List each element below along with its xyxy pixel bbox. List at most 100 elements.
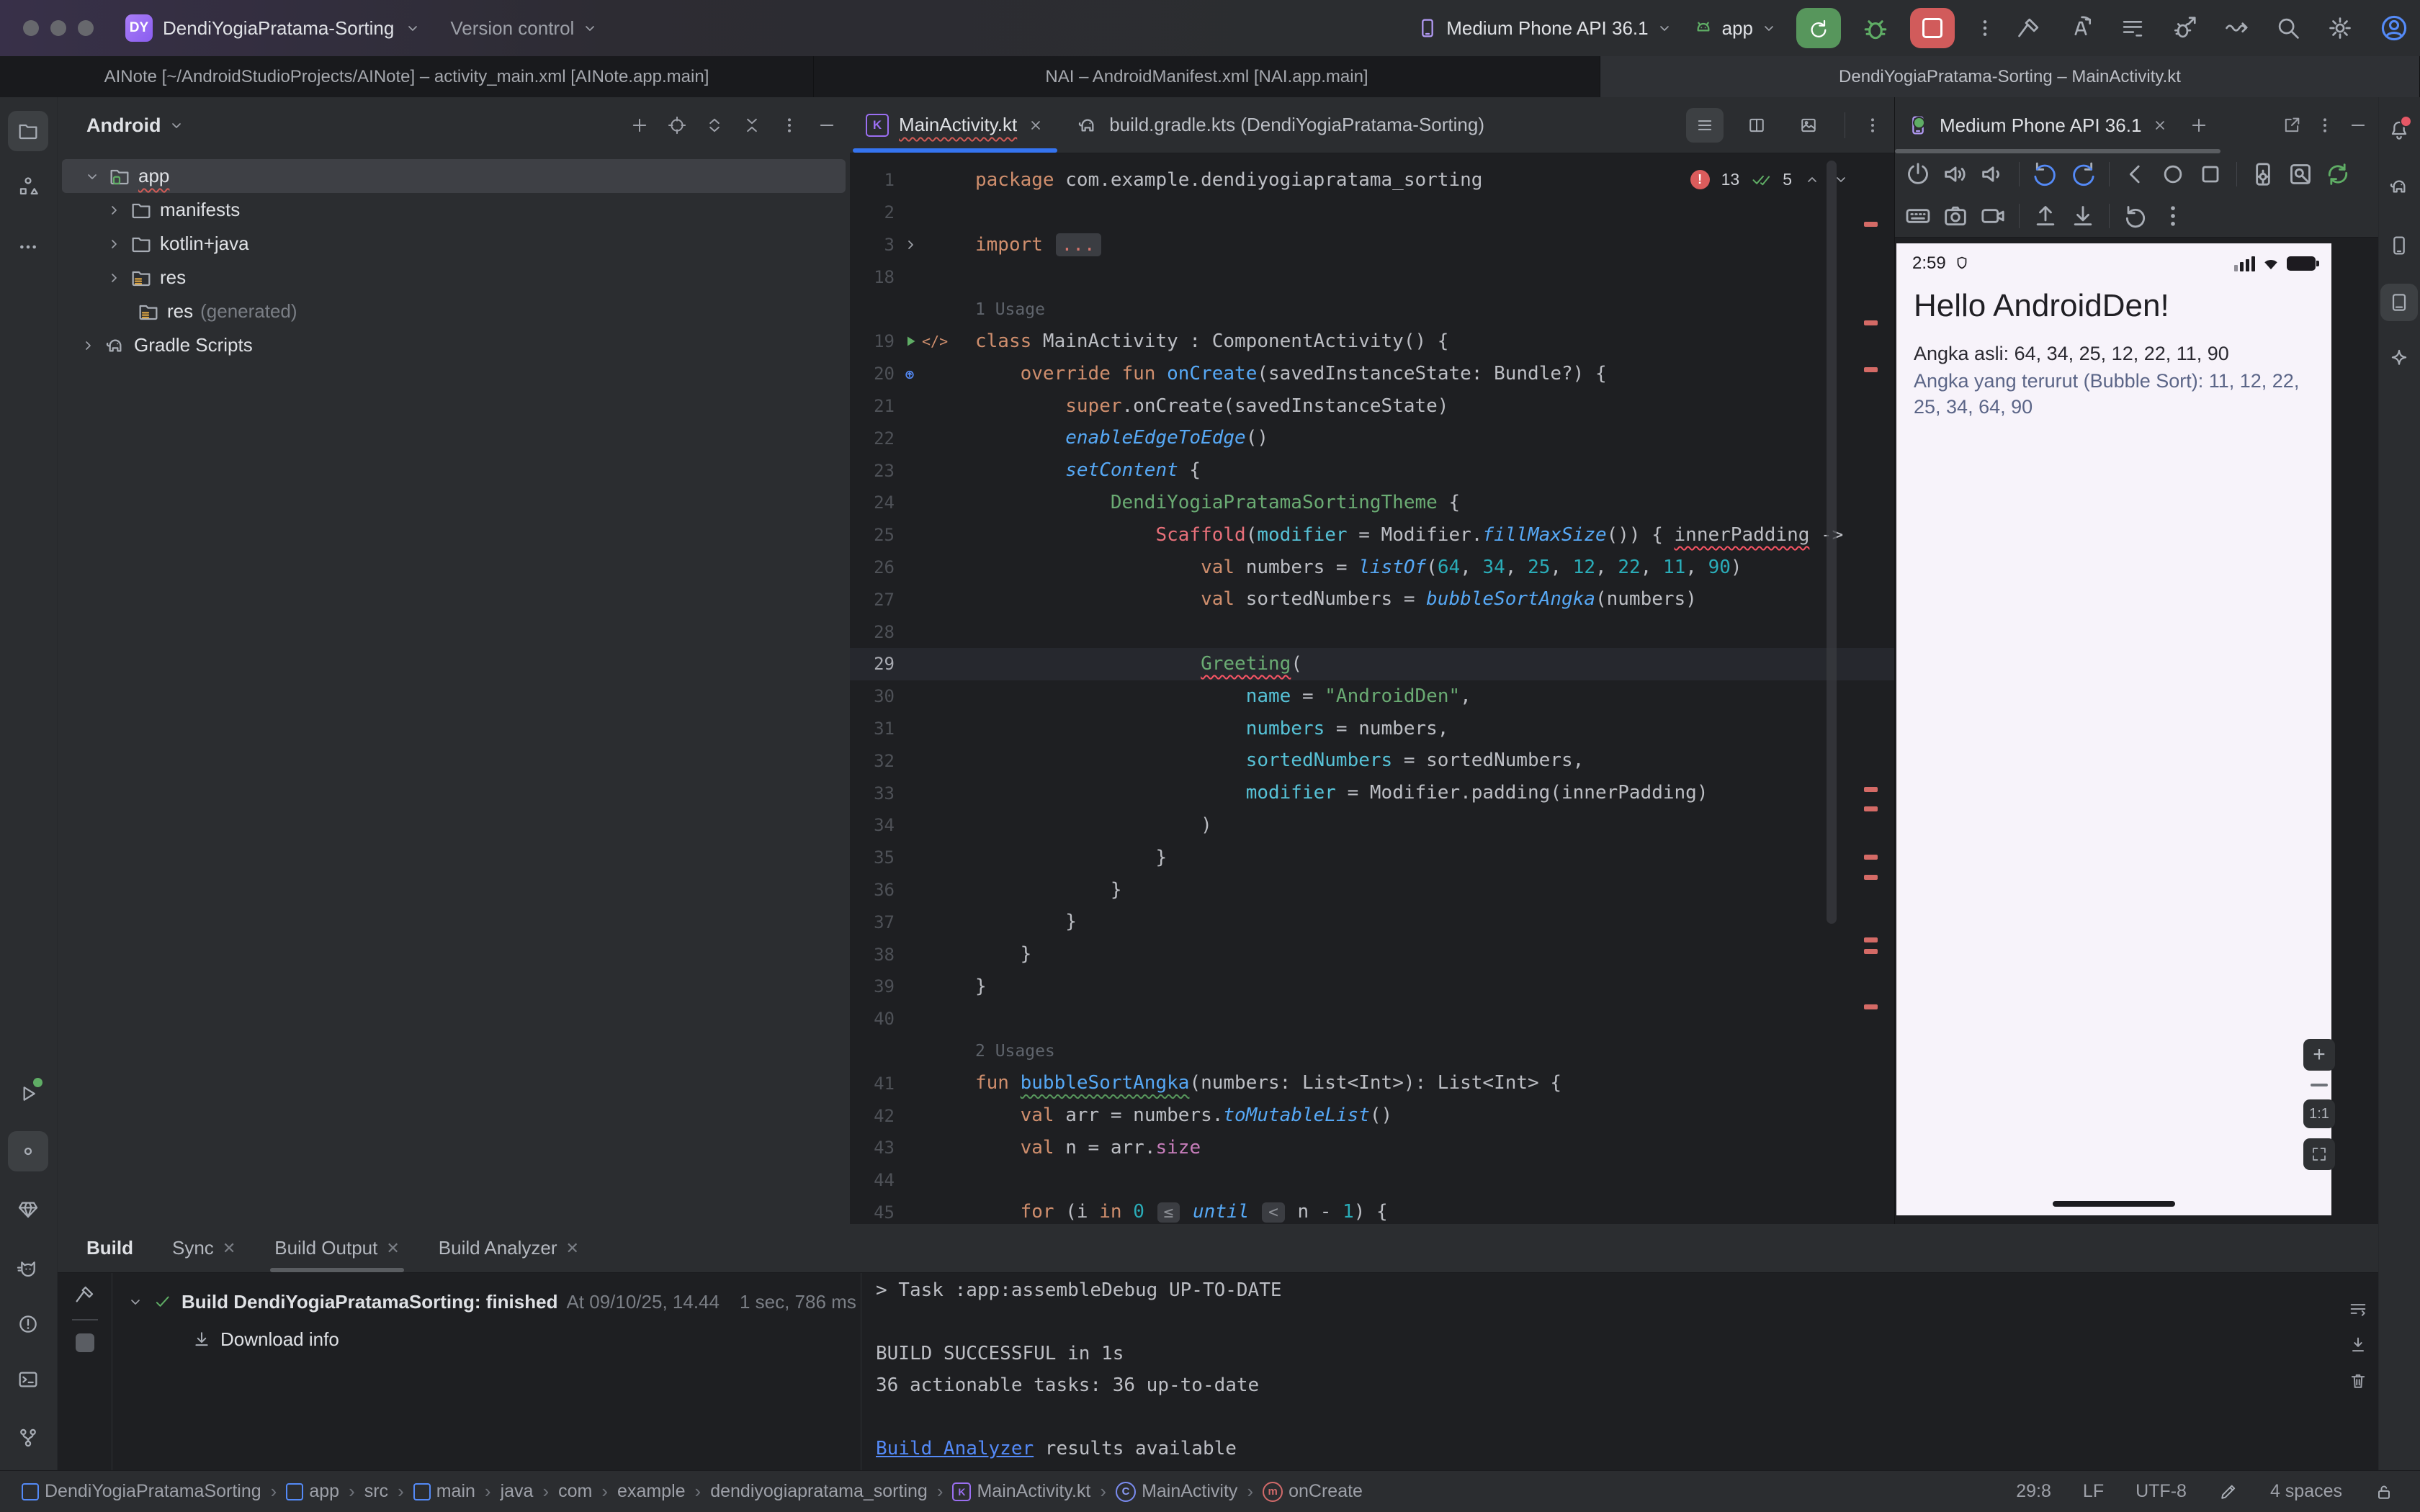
download-icon[interactable] xyxy=(2067,202,2099,230)
error-stripe-mark[interactable] xyxy=(1864,1004,1878,1009)
error-stripe-mark[interactable] xyxy=(1864,855,1878,860)
inspections-widget[interactable]: ! 13 5 xyxy=(1690,169,1850,189)
highlighting-level-icon[interactable] xyxy=(2218,1482,2238,1502)
app-insights-diamond-icon[interactable] xyxy=(8,1189,48,1230)
overview-square-icon[interactable] xyxy=(2195,160,2226,189)
composable-icon[interactable]: </> xyxy=(922,333,948,350)
device-manager-phone-icon[interactable] xyxy=(2380,227,2418,264)
code-line-34[interactable]: 34 ) xyxy=(850,809,1894,842)
code-line-18[interactable]: 18 xyxy=(850,261,1894,293)
file-encoding[interactable]: UTF-8 xyxy=(2136,1481,2187,1502)
chevron-down-icon[interactable] xyxy=(127,1293,144,1310)
chevron-right-icon[interactable] xyxy=(105,269,122,287)
terminal-icon[interactable] xyxy=(8,1359,48,1400)
usage-hint-row[interactable]: 2 Usages xyxy=(850,1035,1894,1068)
build-analyzer-link[interactable]: Build Analyzer xyxy=(876,1438,1034,1459)
search-icon[interactable] xyxy=(2275,14,2302,42)
upload-icon[interactable] xyxy=(2030,202,2061,230)
breadcrumb-item[interactable]: com xyxy=(558,1481,592,1502)
minus-icon[interactable] xyxy=(817,115,837,135)
run-configuration[interactable]: app xyxy=(1692,17,1778,40)
breadcrumb-item[interactable]: DendiYogiaPratamaSorting xyxy=(22,1481,261,1502)
close-icon[interactable]: ✕ xyxy=(566,1239,579,1258)
project-widget[interactable]: DY DendiYogiaPratama-Sorting xyxy=(125,14,421,42)
error-stripe-mark[interactable] xyxy=(1864,222,1878,227)
error-stripe-mark[interactable] xyxy=(1864,806,1878,811)
rotate-right-icon[interactable] xyxy=(2067,160,2099,189)
waves-icon[interactable] xyxy=(2223,14,2250,42)
kebab-icon[interactable] xyxy=(2157,202,2189,230)
bug-arrow-icon[interactable] xyxy=(2171,14,2198,42)
a-refresh-icon[interactable] xyxy=(2067,14,2094,42)
code-line-19[interactable]: 19</>class MainActivity : ComponentActiv… xyxy=(850,325,1894,358)
project-folder-icon[interactable] xyxy=(8,111,48,151)
sync-icon[interactable] xyxy=(2322,160,2354,189)
minimize-window-button[interactable] xyxy=(50,20,66,36)
run-play-icon[interactable] xyxy=(8,1074,48,1114)
screen-record-icon[interactable] xyxy=(1977,202,2009,230)
code-line-35[interactable]: 35 } xyxy=(850,842,1894,874)
problems-icon[interactable] xyxy=(8,1304,48,1344)
code-line-45[interactable]: 45 for (i in 0 ≤ until < n - 1) { xyxy=(850,1197,1894,1225)
volume-down-icon[interactable] xyxy=(1977,160,2009,189)
code-line-40[interactable]: 40 xyxy=(850,1003,1894,1035)
hammer-icon[interactable] xyxy=(2015,14,2043,42)
code-line-41[interactable]: 41fun bubbleSortAngka(numbers: List<Int>… xyxy=(850,1067,1894,1099)
usage-hint-row[interactable]: 1 Usage xyxy=(850,293,1894,325)
rotate-left-icon[interactable] xyxy=(2030,160,2061,189)
code-line-37[interactable]: 37 } xyxy=(850,906,1894,938)
file-lock-icon[interactable] xyxy=(2374,1482,2394,1502)
device-tab-label[interactable]: Medium Phone API 36.1 xyxy=(1940,114,2141,137)
tree-item-res[interactable]: res xyxy=(58,261,850,294)
indent-setting[interactable]: 4 spaces xyxy=(2270,1481,2342,1502)
editor-options-icon[interactable] xyxy=(1863,115,1883,135)
line-separator[interactable]: LF xyxy=(2083,1481,2104,1502)
window-controls[interactable] xyxy=(0,20,125,36)
version-control-icon[interactable] xyxy=(8,1418,48,1458)
power-icon[interactable] xyxy=(1902,160,1934,189)
camera-icon[interactable] xyxy=(1940,202,1971,230)
code-line-31[interactable]: 31 numbers = numbers, xyxy=(850,713,1894,745)
breadcrumb-item[interactable]: dendiyogiapratama_sorting xyxy=(710,1481,928,1502)
code-line-30[interactable]: 30 name = "AndroidDen", xyxy=(850,680,1894,713)
code-line-42[interactable]: 42 val arr = numbers.toMutableList() xyxy=(850,1099,1894,1132)
override-icon[interactable] xyxy=(902,365,919,382)
code-line-38[interactable]: 38 } xyxy=(850,938,1894,971)
snapshot-icon[interactable] xyxy=(2285,160,2316,189)
code-line-25[interactable]: 25 Scaffold(modifier = Modifier.fillMaxS… xyxy=(850,519,1894,552)
code-line-39[interactable]: 39} xyxy=(850,971,1894,1003)
target-icon[interactable] xyxy=(667,115,687,135)
chevron-right-icon[interactable] xyxy=(105,235,122,253)
code-line-28[interactable]: 28 xyxy=(850,616,1894,648)
close-icon[interactable]: ✕ xyxy=(223,1239,236,1258)
debug-button[interactable] xyxy=(1860,12,1891,44)
code-line-20[interactable]: 20 override fun onCreate(savedInstanceSt… xyxy=(850,358,1894,390)
tree-item-Gradle Scripts[interactable]: Gradle Scripts xyxy=(58,328,850,362)
logcat-cat-icon[interactable] xyxy=(8,1248,48,1289)
build-tab-Build Analyzer[interactable]: Build Analyzer✕ xyxy=(439,1224,579,1272)
project-window-tab-2[interactable]: DendiYogiaPratama-Sorting – MainActivity… xyxy=(1600,56,2420,97)
build-result-row[interactable]: Build DendiYogiaPratamaSorting: finished… xyxy=(112,1283,861,1320)
breadcrumb-item[interactable]: example xyxy=(617,1481,686,1502)
build-hammer-icon[interactable] xyxy=(8,1131,48,1171)
home-circle-icon[interactable] xyxy=(2157,160,2189,189)
kebab-icon[interactable] xyxy=(779,115,799,135)
build-hammer-icon[interactable] xyxy=(73,1283,97,1306)
code-line-23[interactable]: 23 setContent { xyxy=(850,454,1894,487)
more-icon[interactable] xyxy=(8,227,48,267)
build-tab-Sync[interactable]: Sync✕ xyxy=(172,1224,236,1272)
breadcrumb-item[interactable]: src xyxy=(364,1481,388,1502)
stop-build-icon[interactable] xyxy=(76,1333,94,1352)
close-window-button[interactable] xyxy=(23,20,39,36)
fold-icon[interactable] xyxy=(902,236,919,253)
code-line-27[interactable]: 27 val sortedNumbers = bubbleSortAngka(n… xyxy=(850,583,1894,616)
code-line-33[interactable]: 33 modifier = Modifier.padding(innerPadd… xyxy=(850,777,1894,809)
avatar-icon[interactable] xyxy=(2378,12,2410,44)
error-stripe-mark[interactable] xyxy=(1864,937,1878,942)
build-output-console[interactable]: > Task :app:assembleDebug UP-TO-DATEBUIL… xyxy=(861,1273,2378,1470)
zoom-in-button[interactable]: + xyxy=(2303,1039,2335,1071)
collapse-all-icon[interactable] xyxy=(742,115,762,135)
maximize-window-button[interactable] xyxy=(78,20,94,36)
error-stripe-mark[interactable] xyxy=(1864,949,1878,954)
breadcrumb-item[interactable]: main xyxy=(413,1481,475,1502)
